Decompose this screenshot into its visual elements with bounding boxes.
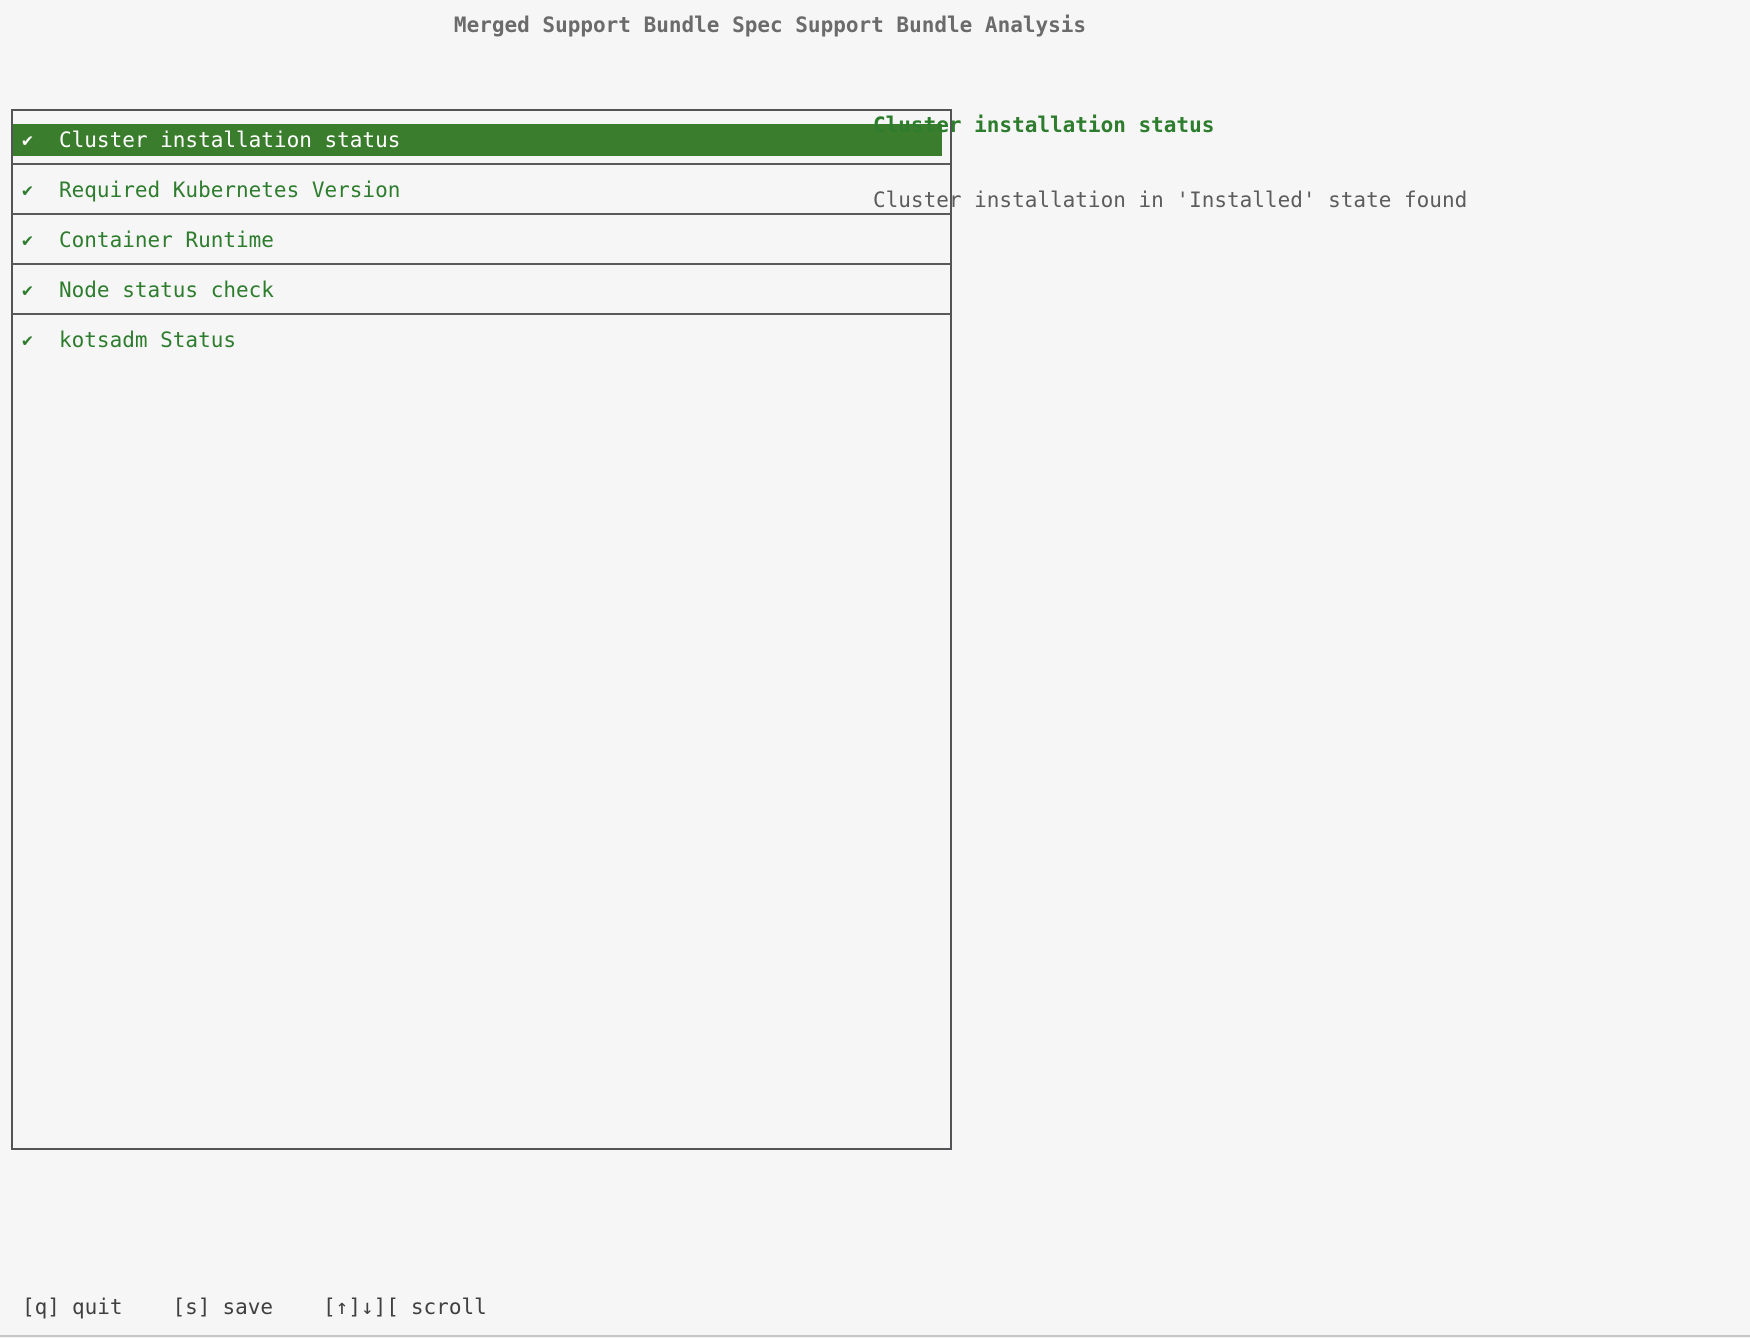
analyzer-list-item-label: kotsadm Status	[59, 328, 236, 352]
check-icon: ✔	[22, 330, 59, 351]
footer-shortcut-label: save	[222, 1295, 273, 1319]
check-icon: ✔	[22, 130, 59, 151]
footer-shortcuts: [q] quit [s] save [↑]↓][ scroll	[22, 1295, 487, 1319]
analyzer-list-item[interactable]: ✔ Container Runtime	[13, 215, 950, 265]
analyzer-list-item[interactable]: ✔ Node status check	[13, 265, 950, 315]
analyzer-list-item-label: Container Runtime	[59, 228, 274, 252]
analyzer-list-item-bar: ✔ Container Runtime	[13, 224, 942, 256]
analyzer-list-item-bar: ✔ Required Kubernetes Version	[13, 174, 942, 206]
analyzer-list-item[interactable]: ✔ kotsadm Status	[13, 315, 950, 365]
footer-shortcut-label: quit	[72, 1295, 123, 1319]
footer-shortcut: [↑]↓][ scroll	[323, 1295, 487, 1319]
footer-shortcut-key: [↑]↓][	[323, 1295, 399, 1319]
analyzer-list-item-bar: ✔ Cluster installation status	[13, 124, 942, 156]
footer-shortcut: [s] save	[173, 1295, 274, 1319]
analyzer-list-item-label: Node status check	[59, 278, 274, 302]
footer-shortcut-key: [s]	[173, 1295, 211, 1319]
analyzer-list-item[interactable]: ✔ Required Kubernetes Version	[13, 165, 950, 215]
footer-shortcut: [q] quit	[22, 1295, 123, 1319]
analyzer-list: ✔ Cluster installation status ✔ Required…	[11, 109, 952, 1150]
detail-panel: Cluster installation status Cluster inst…	[873, 111, 1730, 214]
footer-shortcut-label: scroll	[411, 1295, 487, 1319]
detail-message: Cluster installation in 'Installed' stat…	[873, 186, 1730, 214]
analyzer-list-item-label: Cluster installation status	[59, 128, 400, 152]
analyzer-list-item-bar: ✔ kotsadm Status	[13, 324, 942, 356]
window-title: Merged Support Bundle Spec Support Bundl…	[0, 13, 1540, 37]
detail-heading: Cluster installation status	[873, 111, 1730, 139]
check-icon: ✔	[22, 230, 59, 251]
analyzer-list-item-bar: ✔ Node status check	[13, 274, 942, 306]
analyzer-list-item[interactable]: ✔ Cluster installation status	[13, 115, 950, 165]
check-icon: ✔	[22, 280, 59, 301]
window-bottom-edge	[0, 1335, 1750, 1337]
check-icon: ✔	[22, 180, 59, 201]
analyzer-list-item-label: Required Kubernetes Version	[59, 178, 400, 202]
footer-shortcut-key: [q]	[22, 1295, 60, 1319]
